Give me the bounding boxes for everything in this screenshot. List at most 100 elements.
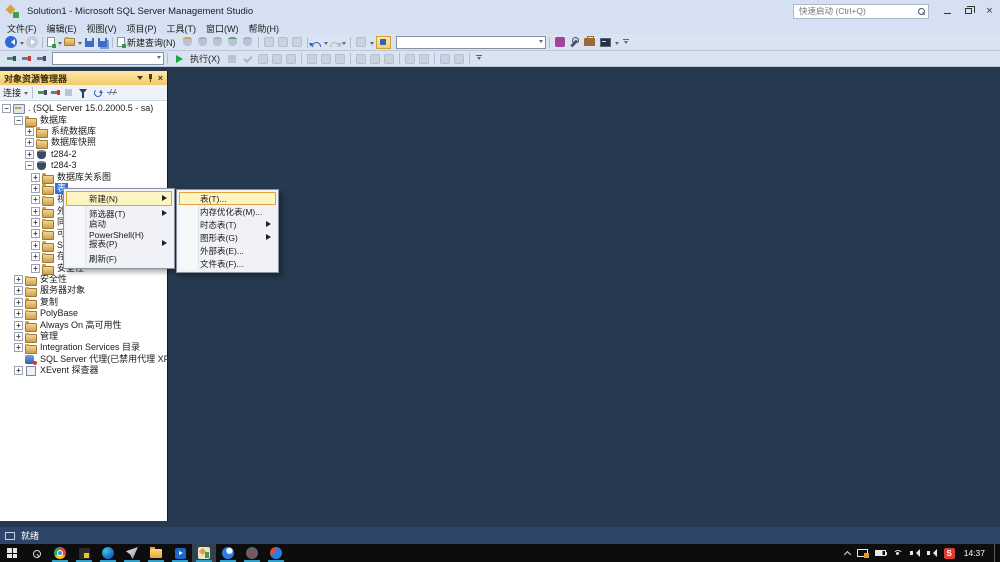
intellisense-button[interactable]	[284, 53, 298, 64]
paste-button[interactable]	[290, 37, 304, 47]
expand-icon[interactable]	[14, 286, 23, 296]
command-window-button[interactable]	[598, 37, 613, 47]
change-connection-button[interactable]	[34, 54, 49, 63]
debug-dropdown-icon[interactable]	[369, 41, 374, 47]
decrease-indent-button[interactable]	[438, 53, 452, 64]
connect-button[interactable]: 连接	[3, 86, 21, 99]
object-explorer-titlebar[interactable]: 对象资源管理器 ×	[0, 71, 167, 85]
open-dropdown-icon[interactable]	[78, 41, 82, 47]
expand-icon[interactable]	[14, 309, 23, 319]
menu-item[interactable]: 启动 PowerShell(H)	[66, 219, 172, 240]
connect-query-button[interactable]	[4, 54, 19, 63]
tree-node[interactable]: t284-3	[0, 160, 167, 171]
tree-node[interactable]: 数据库关系图	[0, 171, 167, 184]
taskbar-app-movies-tv[interactable]	[168, 544, 192, 562]
clock[interactable]: 14:37	[964, 548, 985, 558]
expand-icon[interactable]	[14, 320, 23, 330]
new-query-button[interactable]: 新建查询(N)	[116, 36, 180, 49]
toolbar-overflow-button[interactable]	[622, 38, 629, 46]
refresh-icon[interactable]	[94, 88, 104, 97]
registered-servers-button[interactable]	[553, 37, 567, 47]
uncomment-button[interactable]	[417, 53, 431, 64]
tree-node[interactable]: XEvent 探查器	[0, 365, 167, 377]
collapse-icon[interactable]	[25, 161, 34, 171]
tree-node[interactable]: 数据库快照	[0, 137, 167, 150]
execute-button[interactable]: 执行(X)	[171, 52, 224, 65]
cut-button[interactable]	[262, 37, 276, 47]
copy-button[interactable]	[276, 37, 290, 47]
window-dropdown-icon[interactable]	[614, 41, 619, 47]
comment-button[interactable]	[403, 53, 417, 64]
expand-icon[interactable]	[14, 297, 23, 307]
collapse-icon[interactable]	[14, 115, 23, 125]
expand-icon[interactable]	[14, 366, 23, 376]
save-button[interactable]	[83, 37, 96, 47]
menu-item[interactable]: 外部表(E)...	[179, 244, 276, 257]
taskbar-search-button[interactable]	[24, 544, 48, 562]
stop-connection-icon[interactable]	[51, 88, 61, 97]
menubar-item-2[interactable]: 编辑(E)	[42, 22, 82, 35]
cancel-query-button[interactable]	[224, 54, 240, 63]
display-tray-icon[interactable]	[856, 549, 869, 558]
taskbar-app-downloader[interactable]	[264, 544, 288, 562]
menubar-item-4[interactable]: 项目(P)	[122, 22, 162, 35]
collapse-icon[interactable]	[2, 104, 11, 114]
navigate-forward-button[interactable]	[25, 36, 39, 48]
stop-icon[interactable]	[65, 89, 73, 96]
expand-icon[interactable]	[31, 252, 40, 262]
menu-item[interactable]: 报表(P)	[66, 236, 172, 251]
results-to-grid-button[interactable]	[368, 53, 382, 64]
expand-icon[interactable]	[31, 195, 40, 205]
taskbar-app-browser[interactable]	[216, 544, 240, 562]
properties-button[interactable]	[567, 37, 581, 47]
tree-node[interactable]: 复制	[0, 297, 167, 309]
new-dropdown-icon[interactable]	[58, 41, 62, 47]
tree-node[interactable]: 数据库	[0, 114, 167, 127]
query-options-button[interactable]	[270, 53, 284, 64]
tree-node[interactable]: 服务器对象	[0, 285, 167, 298]
connect-dropdown-icon[interactable]	[24, 92, 29, 97]
pin-icon[interactable]	[148, 74, 152, 82]
tree-node[interactable]: Integration Services 目录	[0, 342, 167, 355]
menubar-item-3[interactable]: 视图(V)	[82, 22, 122, 35]
tree-node[interactable]: . (SQL Server 15.0.2000.5 - sa)	[0, 103, 167, 115]
display-estimated-plan-button[interactable]	[256, 53, 270, 64]
taskbar-app-code-editor[interactable]	[72, 544, 96, 562]
tree-node[interactable]: 安全性	[0, 274, 167, 287]
taskbar-app-chrome[interactable]	[48, 544, 72, 562]
taskbar-app-file-explorer[interactable]	[144, 544, 168, 562]
toolbar-combo[interactable]	[395, 35, 546, 49]
feedback-button[interactable]	[375, 35, 392, 49]
expand-icon[interactable]	[14, 275, 23, 285]
menu-item[interactable]: 图形表(G)	[179, 231, 276, 244]
available-databases-combo[interactable]	[52, 52, 164, 65]
include-actual-plan-button[interactable]	[305, 53, 319, 64]
start-button[interactable]	[0, 544, 24, 562]
debug-target-button[interactable]	[354, 37, 368, 47]
toolbar-overflow-button[interactable]	[476, 55, 482, 62]
menu-item[interactable]: 时态表(T)	[179, 218, 276, 231]
menubar-item-6[interactable]: 窗口(W)	[201, 22, 244, 35]
close-button[interactable]: ×	[979, 0, 1000, 22]
expand-icon[interactable]	[25, 126, 34, 136]
redo-button[interactable]	[329, 38, 340, 47]
expand-icon[interactable]	[25, 149, 34, 159]
increase-indent-button[interactable]	[452, 53, 466, 64]
database-engine-query-button[interactable]	[180, 37, 195, 47]
expand-icon[interactable]	[31, 229, 40, 239]
battery-icon[interactable]	[874, 550, 888, 556]
toolbox-button[interactable]	[581, 36, 598, 46]
menubar-item-1[interactable]: 文件(F)	[2, 22, 42, 35]
restore-button[interactable]	[958, 0, 979, 22]
disconnect-icon[interactable]	[38, 88, 48, 97]
expand-icon[interactable]	[31, 206, 40, 216]
menubar-item-7[interactable]: 帮助(H)	[244, 22, 285, 35]
navigate-back-button[interactable]	[4, 36, 18, 48]
save-all-button[interactable]	[96, 37, 109, 47]
tree-node[interactable]: PolyBase	[0, 308, 167, 321]
menubar-item-5[interactable]: 工具(T)	[162, 22, 202, 35]
back-dropdown-icon[interactable]	[20, 41, 24, 47]
speaker-icon[interactable]	[909, 549, 920, 557]
menu-item[interactable]: 表(T)...	[179, 192, 276, 205]
expand-icon[interactable]	[14, 332, 23, 341]
